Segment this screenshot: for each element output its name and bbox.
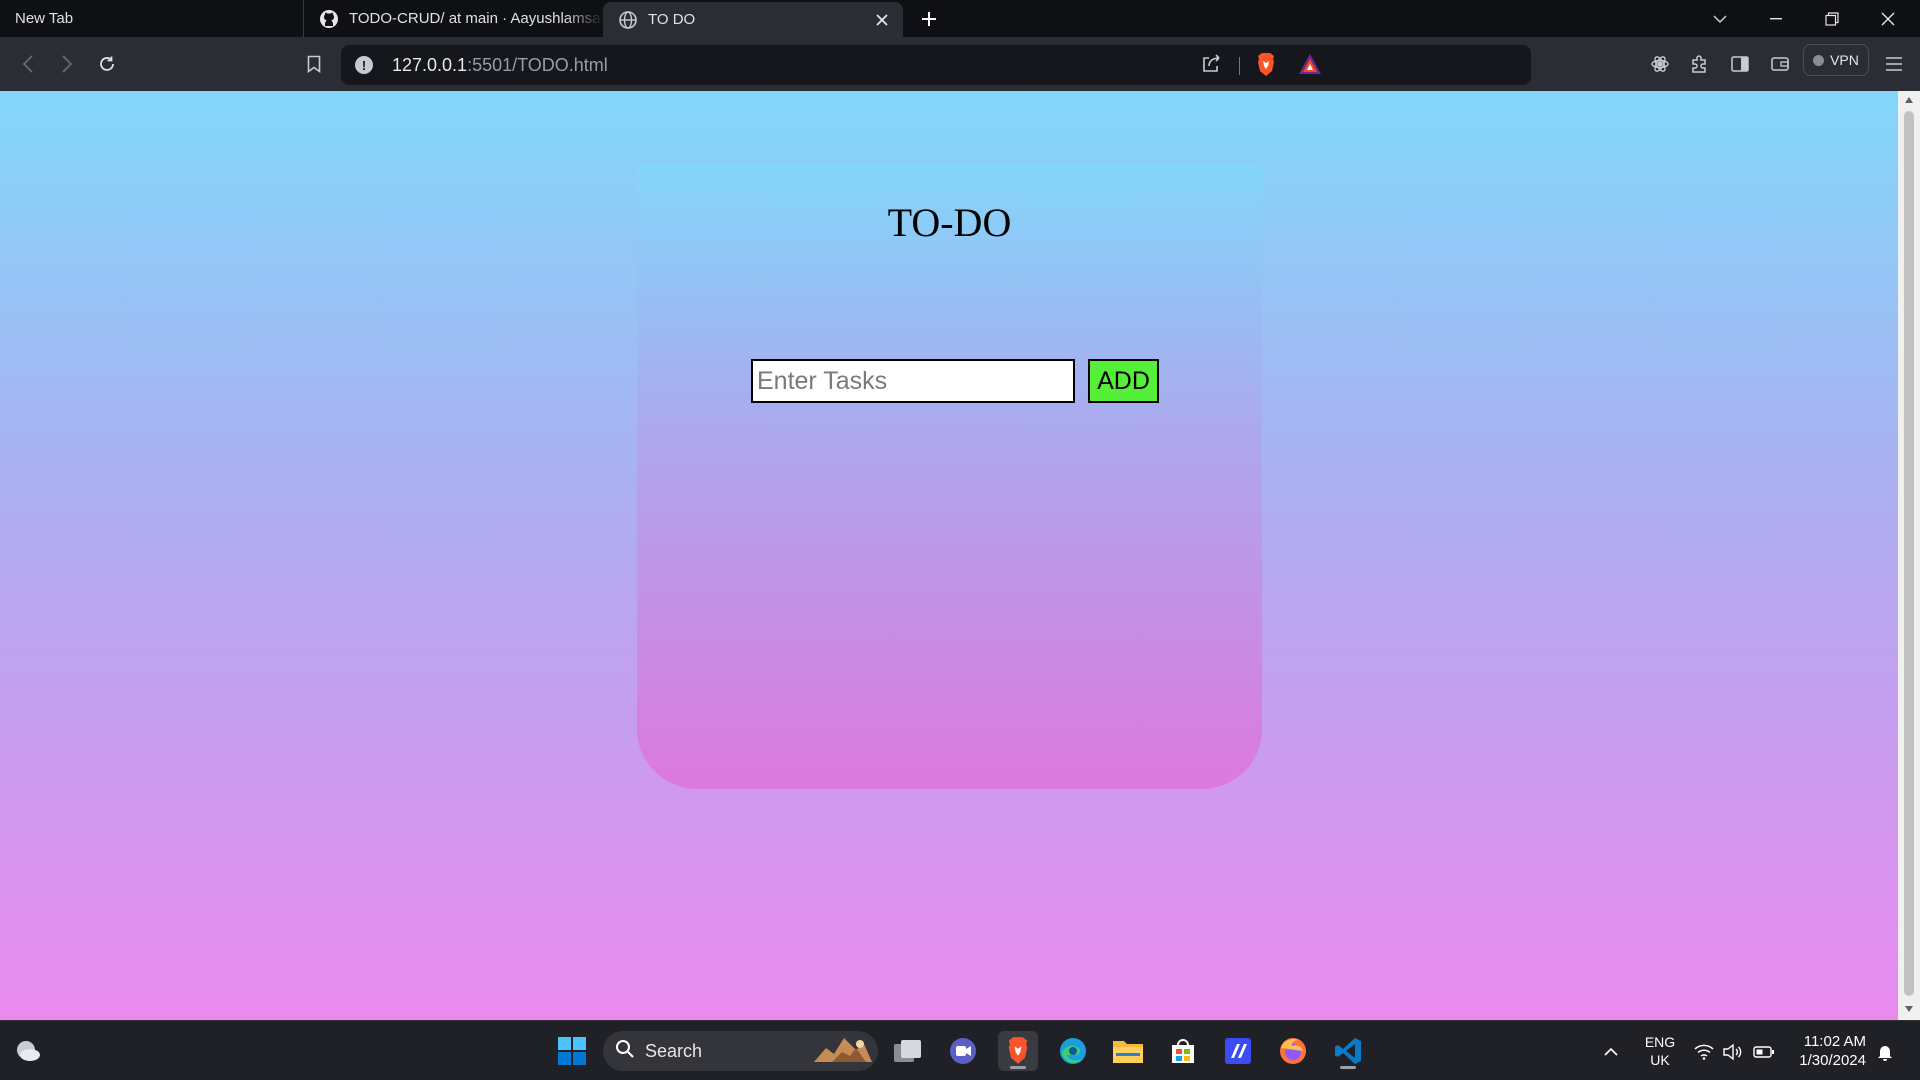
vpn-status-icon (1813, 54, 1825, 66)
language-region: UK (1650, 1052, 1670, 1068)
leo-ai-icon[interactable] (1646, 50, 1674, 78)
brave-rewards-icon[interactable] (1298, 53, 1322, 80)
tab-strip: New Tab TODO-CRUD/ at main · Aayushlamsa… (0, 0, 1920, 37)
store-icon[interactable] (1163, 1031, 1203, 1071)
file-explorer-icon[interactable] (1108, 1031, 1148, 1071)
scroll-down-icon[interactable] (1904, 1004, 1914, 1014)
wifi-icon[interactable] (1693, 1041, 1715, 1063)
page-viewport: TO-DO ADD (0, 91, 1898, 1020)
weather-icon[interactable] (8, 1031, 48, 1071)
menu-icon[interactable] (1880, 50, 1908, 78)
taskbar: Search ENG UK 11:02 AM 1/30/2024 (0, 1020, 1920, 1080)
edge-icon[interactable] (1053, 1031, 1093, 1071)
scroll-thumb[interactable] (1904, 111, 1914, 996)
url-text[interactable]: 127.0.0.1:5501/TODO.html (392, 55, 608, 76)
todo-card: TO-DO ADD (637, 164, 1262, 789)
clock-date: 1/30/2024 (1799, 1052, 1866, 1069)
wallet-icon[interactable] (1766, 50, 1794, 78)
battery-icon[interactable] (1753, 1041, 1775, 1063)
firefox-icon[interactable] (1273, 1031, 1313, 1071)
clock-time: 11:02 AM (1803, 1033, 1866, 1050)
github-icon (319, 9, 339, 29)
clock[interactable]: 11:02 AM 1/30/2024 (1790, 1032, 1866, 1070)
meet-icon[interactable] (943, 1031, 983, 1071)
share-icon[interactable] (1201, 54, 1221, 79)
browser-toolbar: ! 127.0.0.1:5501/TODO.html VPN (0, 37, 1920, 91)
site-info-icon[interactable]: ! (355, 56, 373, 74)
active-indicator (1340, 1066, 1356, 1069)
vscode-icon[interactable] (1328, 1031, 1368, 1071)
notification-bell-icon[interactable] (1874, 1041, 1896, 1063)
extensions-icon[interactable] (1686, 50, 1714, 78)
tab-github[interactable]: TODO-CRUD/ at main · Aayushlamsal3 (303, 0, 603, 37)
tab-new-tab[interactable]: New Tab (0, 0, 303, 37)
vscode-insiders-icon[interactable] (1218, 1031, 1258, 1071)
scroll-up-icon[interactable] (1904, 95, 1914, 105)
restore-icon[interactable] (1804, 0, 1860, 37)
sidebar-icon[interactable] (1726, 50, 1754, 78)
show-hidden-icons-icon[interactable] (1600, 1041, 1622, 1063)
search-label: Search (645, 1040, 703, 1061)
page-scrollbar[interactable] (1898, 91, 1920, 1020)
reload-icon[interactable] (93, 50, 121, 78)
tab-label: TO DO (648, 11, 696, 28)
url-path: :5501/TODO.html (467, 55, 608, 75)
url-host: 127.0.0.1 (392, 55, 468, 75)
search-icon (615, 1039, 635, 1064)
tab-label: New Tab (15, 10, 74, 27)
tab-search-chevron-icon[interactable] (1692, 0, 1748, 37)
tab-todo[interactable]: TO DO (603, 2, 903, 37)
bookmark-icon[interactable] (300, 50, 328, 78)
taskbar-search[interactable]: Search (603, 1031, 878, 1071)
page-title: TO-DO (887, 200, 1012, 245)
new-tab-button[interactable] (915, 5, 943, 33)
vpn-button[interactable]: VPN (1803, 44, 1869, 76)
search-highlight-icon (812, 1034, 874, 1069)
close-window-icon[interactable] (1860, 0, 1916, 37)
add-button[interactable]: ADD (1088, 359, 1159, 403)
back-icon[interactable] (14, 50, 42, 78)
address-bar[interactable]: ! 127.0.0.1:5501/TODO.html (341, 45, 1531, 85)
task-view-icon[interactable] (888, 1031, 928, 1071)
language-indicator[interactable]: ENG UK (1640, 1033, 1680, 1069)
close-icon[interactable] (871, 9, 893, 31)
forward-icon[interactable] (53, 50, 81, 78)
task-input[interactable] (751, 359, 1075, 403)
language-code: ENG (1644, 1034, 1676, 1050)
globe-icon (618, 10, 638, 30)
vpn-label: VPN (1830, 52, 1859, 68)
active-indicator (1010, 1066, 1026, 1069)
volume-icon[interactable] (1722, 1041, 1744, 1063)
brave-shields-icon[interactable] (1255, 52, 1277, 83)
divider (1239, 57, 1240, 75)
start-icon[interactable] (552, 1031, 592, 1071)
tab-label: TODO-CRUD/ at main · Aayushlamsal3 (349, 10, 603, 27)
brave-icon[interactable] (998, 1031, 1038, 1071)
minimize-icon[interactable] (1748, 0, 1804, 37)
